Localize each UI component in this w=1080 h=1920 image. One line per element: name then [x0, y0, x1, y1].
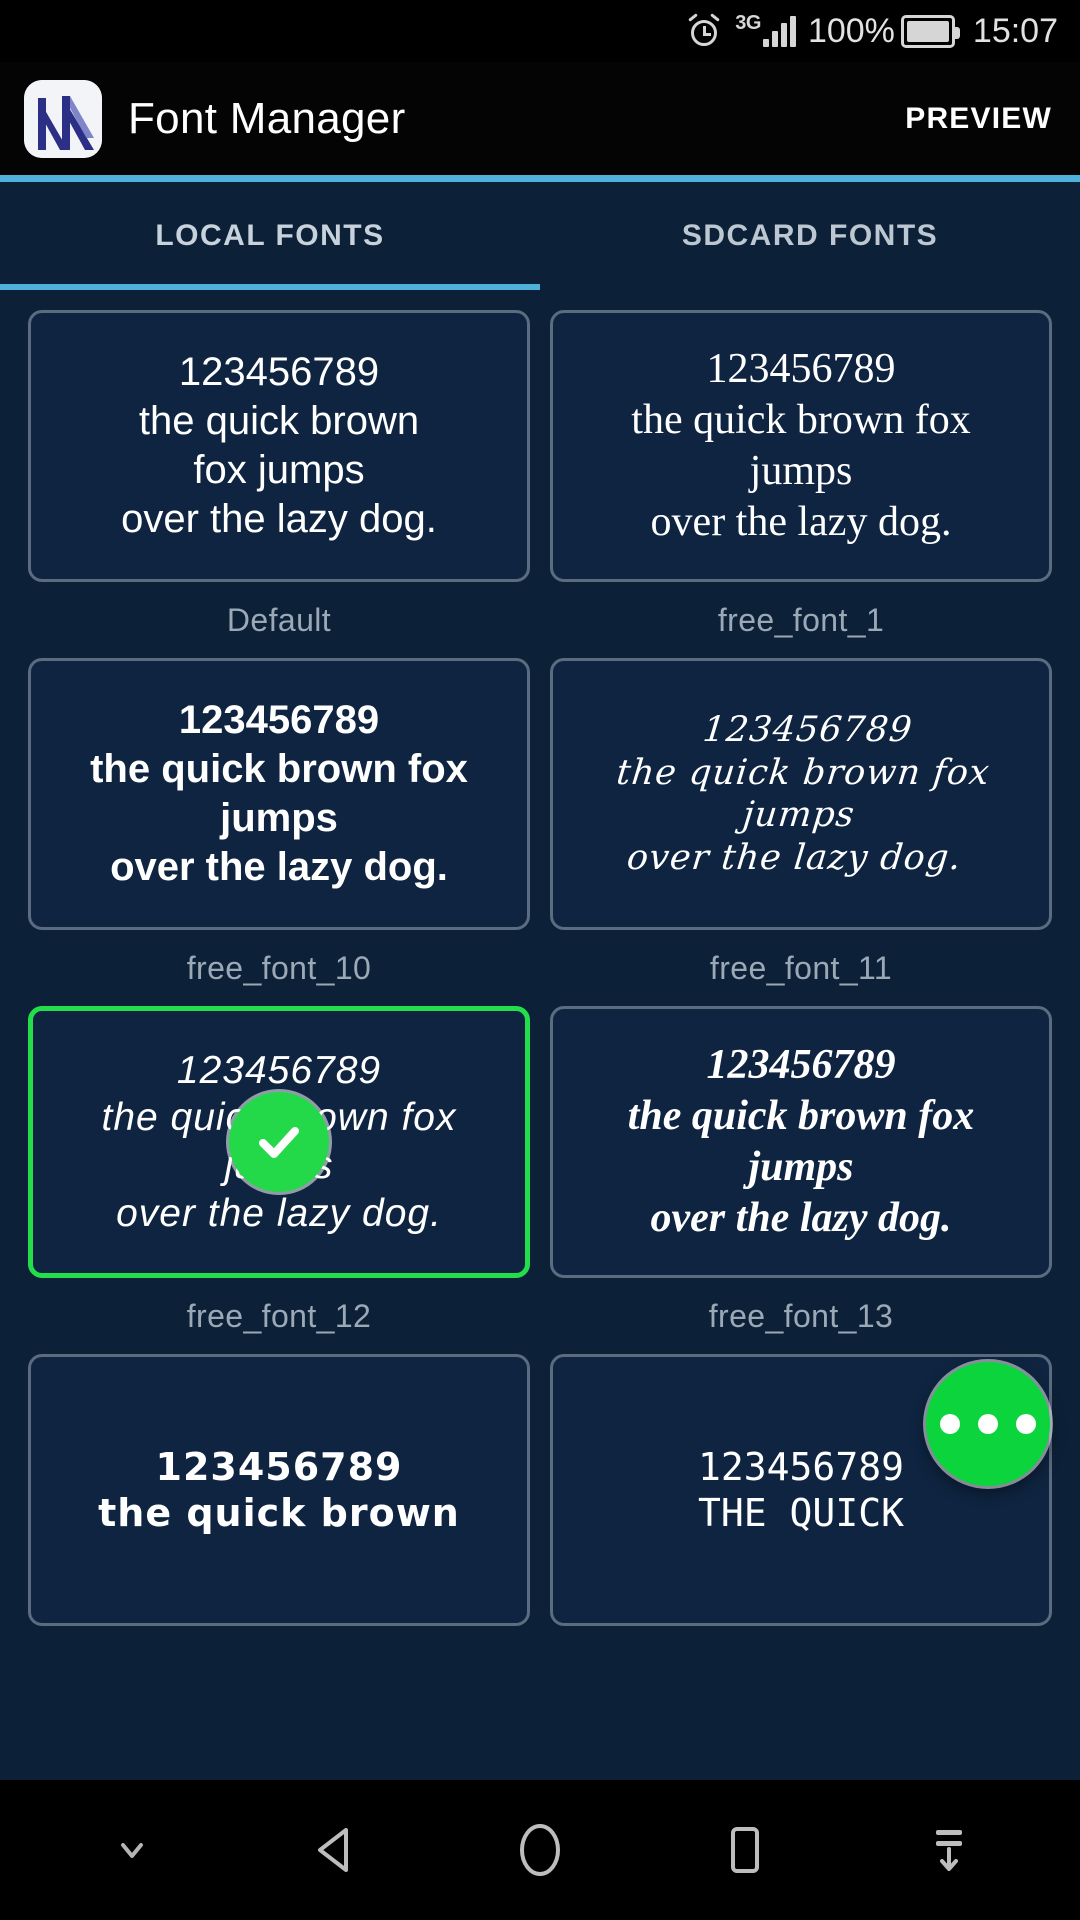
- more-horizontal-icon-dot: [940, 1414, 960, 1434]
- network-status: 3G: [735, 11, 796, 51]
- font-sample-text: 123456789 the quick brown fox jumps over…: [614, 709, 992, 878]
- font-name-label: [28, 1646, 530, 1690]
- font-grid-cell: 123456789 the quick brown fox jumps over…: [540, 646, 1062, 994]
- page-title: Font Manager: [128, 93, 406, 143]
- system-nav-bar: [0, 1780, 1080, 1920]
- font-name-label: free_font_1: [717, 602, 885, 638]
- status-bar: 3G 100% 15:07: [0, 0, 1080, 62]
- font-name-label: Default: [226, 602, 332, 638]
- font-card[interactable]: 123456789 the quick brown fox jumps over…: [550, 658, 1052, 930]
- app-toolbar: Font Manager PREVIEW: [0, 62, 1080, 175]
- font-grid-cell: 123456789 the quick brown fox jumps over…: [18, 298, 540, 646]
- font-grid-cell: 123456789 the quick brown fox jumps over…: [540, 298, 1062, 646]
- font-card[interactable]: 123456789 the quick brown fox jumps over…: [550, 310, 1052, 582]
- font-name-label: [550, 1646, 1052, 1690]
- font-name-label: free_font_13: [708, 1298, 894, 1334]
- preview-button[interactable]: PREVIEW: [901, 92, 1056, 146]
- font-grid-cell: 123456789 the quick brown fox jumps over…: [18, 994, 540, 1342]
- font-sample-text: 123456789 the quick brown fox jumps over…: [90, 698, 468, 889]
- alarm-clock-icon: [687, 13, 721, 48]
- font-card[interactable]: 123456789 the quick brown fox jumps over…: [28, 658, 530, 930]
- more-horizontal-icon-dot: [1016, 1414, 1036, 1434]
- network-type-label: 3G: [735, 12, 761, 34]
- tab-local-fonts[interactable]: LOCAL FONTS: [0, 182, 540, 290]
- font-card[interactable]: 123456789 the quick brown fox jumps over…: [550, 1006, 1052, 1278]
- font-sample-text: 123456789 the quick brown fox jumps over…: [121, 350, 437, 541]
- font-card[interactable]: 123456789 the quick brown fox jumps over…: [28, 310, 530, 582]
- phone-screen: 3G 100% 15:07 Font Manager PREVIEW LOCAL…: [0, 0, 1080, 1920]
- font-grid: 123456789 the quick brown fox jumps over…: [0, 290, 1080, 1690]
- font-manager-logo-icon: [24, 79, 102, 158]
- font-sample-text: 123456789 the quick brown: [98, 1444, 460, 1535]
- font-sample-text: 123456789 the quick brown fox jumps over…: [631, 345, 971, 546]
- font-card-selected[interactable]: 123456789 the quick brown fox jumps over…: [28, 1006, 530, 1278]
- battery-percent-label: 100%: [807, 11, 895, 50]
- chevron-down-icon[interactable]: [77, 1805, 187, 1895]
- recents-square-icon[interactable]: [689, 1805, 799, 1895]
- font-name-label: free_font_11: [709, 950, 893, 986]
- check-circle-icon: [229, 1092, 329, 1192]
- font-list-scroll[interactable]: 123456789 the quick brown fox jumps over…: [0, 290, 1080, 1780]
- more-options-fab[interactable]: [926, 1362, 1050, 1486]
- font-name-label: free_font_10: [186, 950, 372, 986]
- font-sample-text: 123456789 the quick brown fox jumps over…: [627, 1041, 975, 1242]
- toolbar-divider: [0, 175, 1080, 182]
- pull-down-notifications-icon[interactable]: [893, 1805, 1003, 1895]
- more-horizontal-icon-dot: [978, 1414, 998, 1434]
- home-circle-icon[interactable]: [485, 1805, 595, 1895]
- battery-full-icon: [900, 14, 960, 48]
- font-grid-cell: 123456789 the quick brown fox jumps over…: [540, 994, 1062, 1342]
- clock-time-label: 15:07: [972, 11, 1058, 50]
- signal-bars-icon: [762, 16, 796, 47]
- tab-bar: LOCAL FONTS SDCARD FONTS: [0, 182, 1080, 290]
- back-triangle-icon[interactable]: [281, 1805, 391, 1895]
- font-grid-cell: 123456789 the quick brown fox jumps over…: [18, 646, 540, 994]
- tab-sdcard-fonts[interactable]: SDCARD FONTS: [540, 182, 1080, 290]
- font-grid-cell: 123456789 the quick brown: [18, 1342, 540, 1690]
- font-name-label: free_font_12: [186, 1298, 372, 1334]
- font-card[interactable]: 123456789 the quick brown: [28, 1354, 530, 1626]
